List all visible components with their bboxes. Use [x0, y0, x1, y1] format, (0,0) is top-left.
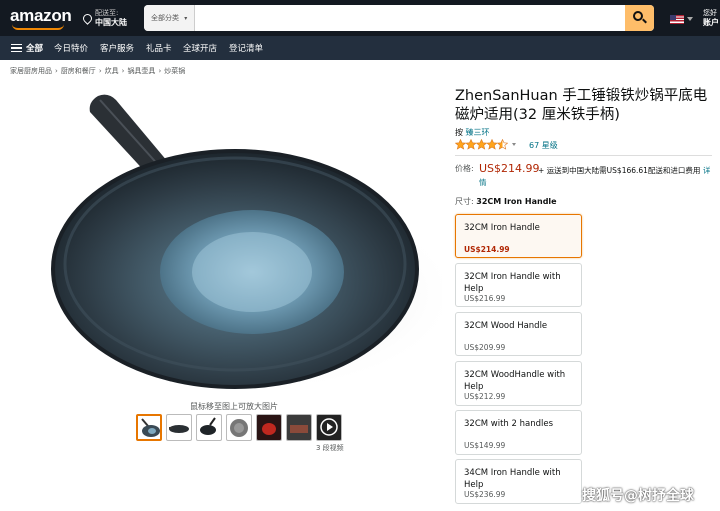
video-count: 3 段视频	[316, 444, 344, 452]
subnav-item-customer-service[interactable]: 客户服务	[100, 42, 134, 54]
size-option[interactable]: 32CM WoodHandle with Help US$212.99	[455, 361, 582, 406]
thumbnail[interactable]	[196, 414, 222, 441]
search-category-select[interactable]: 全部分类 ▾	[144, 5, 195, 31]
size-value: 32CM Iron Handle	[476, 197, 557, 206]
deliver-to-location: 中国大陆	[95, 18, 127, 27]
chevron-down-icon: ▾	[184, 15, 188, 22]
breadcrumb-item[interactable]: 家居厨房用品	[10, 67, 52, 75]
size-selector-label: 尺寸: 32CM Iron Handle	[455, 196, 557, 207]
watermark: 搜狐号@树抒全球	[582, 488, 694, 504]
size-option-price: US$236.99	[464, 490, 506, 499]
us-flag-icon[interactable]	[670, 15, 684, 24]
video-thumbnail[interactable]	[316, 414, 342, 441]
size-option-name: 32CM Iron Handle with Help	[464, 272, 561, 294]
star-rating[interactable]	[455, 139, 508, 150]
size-option-price: US$214.99	[464, 245, 510, 254]
play-icon	[320, 418, 338, 436]
subnav-item-all[interactable]: 全部	[26, 42, 43, 54]
size-option-name: 32CM Iron Handle	[464, 223, 540, 233]
search-category-label: 全部分类	[151, 14, 179, 22]
size-option[interactable]: 32CM Iron Handle with Help US$216.99	[455, 263, 582, 307]
brand-prefix: 按	[455, 128, 463, 137]
size-option-name: 32CM WoodHandle with Help	[464, 370, 566, 392]
wok-icon	[287, 415, 311, 440]
star-icon	[465, 139, 477, 150]
amazon-logo[interactable]: amazon	[10, 6, 72, 26]
account-label: 账户	[703, 18, 719, 27]
size-option-name: 34CM Iron Handle with Help	[464, 468, 561, 490]
wok-icon	[169, 425, 189, 433]
product-title: ZhenSanHuan 手工锤锻铁炒锅平底电磁炉适用(32 厘米铁手柄)	[455, 88, 708, 123]
size-option-name: 32CM with 2 handles	[464, 419, 554, 429]
size-option-price: US$149.99	[464, 441, 506, 450]
search-icon-handle	[642, 18, 647, 24]
size-label: 尺寸:	[455, 197, 474, 206]
star-icon	[496, 139, 508, 150]
breadcrumb-item[interactable]: 炊具	[105, 67, 119, 75]
breadcrumb-item[interactable]: 厨房和餐厅	[61, 67, 96, 75]
zoom-hint: 鼠标移至图上可放大图片	[190, 402, 278, 411]
thumbnail[interactable]	[286, 414, 312, 441]
size-option-price: US$209.99	[464, 343, 506, 352]
chevron-down-icon[interactable]	[512, 143, 516, 146]
language-caret-icon	[687, 17, 693, 21]
subnav-item-gift-cards[interactable]: 礼品卡	[146, 42, 172, 54]
subnav-item-deals[interactable]: 今日特价	[54, 42, 88, 54]
breadcrumb-item[interactable]: 锅具壶具	[127, 67, 155, 75]
brand-line: 按 臻三环	[455, 127, 490, 138]
thumbnail[interactable]	[256, 414, 282, 441]
size-option[interactable]: 32CM Iron Handle US$214.99	[455, 214, 582, 258]
size-option-price: US$212.99	[464, 392, 506, 401]
size-option-name: 32CM Wood Handle	[464, 321, 548, 331]
ratings-count-link[interactable]: 67 星级	[529, 140, 558, 151]
brand-link[interactable]: 臻三环	[466, 128, 490, 137]
sub-nav: 全部 今日特价 客户服务 礼品卡 全球开店 登记清单	[0, 36, 720, 60]
subnav-item-sell[interactable]: 全球开店	[183, 42, 217, 54]
price-label: 价格:	[455, 164, 474, 173]
top-nav: amazon 配送至: 中国大陆 全部分类 ▾ 您好 账户	[0, 0, 720, 36]
divider	[455, 155, 712, 156]
size-option[interactable]: 32CM Wood Handle US$209.99	[455, 312, 582, 356]
star-icon	[475, 139, 488, 150]
breadcrumb: 家居厨房用品 › 厨房和餐厅 › 炊具 › 锅具壶具 › 炒菜锅	[10, 67, 186, 75]
main-product-image[interactable]	[20, 84, 442, 396]
wok-icon	[257, 415, 281, 440]
shipping-info: + 运送到中国大陆需US$166.61配送和进口费用 详情	[479, 165, 715, 189]
thumbnail[interactable]	[226, 414, 252, 441]
thumbnail[interactable]	[166, 414, 192, 441]
search-input[interactable]	[196, 5, 624, 31]
star-icon	[486, 139, 498, 150]
search-bar: 全部分类 ▾	[144, 5, 654, 31]
wok-icon	[200, 417, 216, 435]
hamburger-menu-icon[interactable]	[11, 44, 22, 52]
amazon-smile-icon	[12, 24, 64, 30]
breadcrumb-item[interactable]: 炒菜锅	[164, 67, 185, 75]
star-icon	[455, 139, 467, 150]
subnav-item-registry[interactable]: 登记清单	[229, 42, 263, 54]
size-option-price: US$216.99	[464, 294, 506, 303]
location-pin-icon	[81, 12, 94, 25]
size-option[interactable]: 34CM Iron Handle with Help US$236.99	[455, 459, 582, 504]
wok-icon	[141, 418, 160, 437]
search-button[interactable]	[625, 5, 654, 31]
wok-icon	[230, 419, 248, 437]
shipping-text: + 运送到中国大陆需US$166.61配送和进口费用	[538, 166, 701, 175]
size-option[interactable]: 32CM with 2 handles US$149.99	[455, 410, 582, 455]
thumbnail[interactable]	[136, 414, 162, 441]
